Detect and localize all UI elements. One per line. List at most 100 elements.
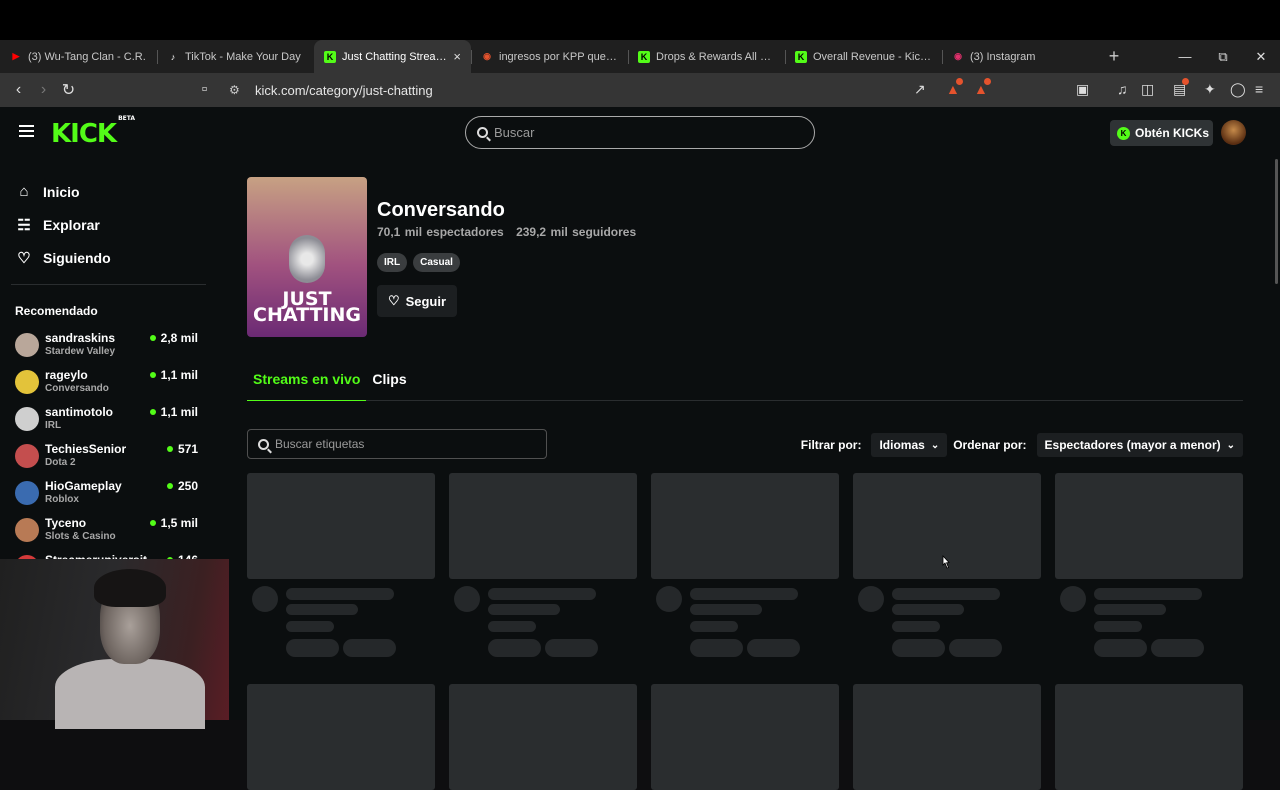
sidebar-toggle-icon[interactable]: ◫ <box>1141 81 1154 98</box>
share-icon[interactable]: ↗ <box>914 81 926 98</box>
avatar-placeholder <box>656 586 682 612</box>
forward-icon[interactable]: › <box>31 81 56 99</box>
bookmark-icon[interactable]: ▫ <box>192 81 217 99</box>
tag-placeholder <box>1094 639 1147 657</box>
brave-shields-icon[interactable]: ▲ <box>946 78 963 97</box>
page-scrollbar[interactable] <box>1275 159 1278 284</box>
recommended-channel[interactable]: HioGameplay Roblox 250 <box>0 477 218 514</box>
channel-category: Roblox <box>45 494 79 505</box>
back-icon[interactable]: ‹ <box>6 81 31 99</box>
site-header: KICKBETA Buscar K Obtén KICKs <box>0 107 1280 159</box>
stream-card-skeleton <box>449 684 637 790</box>
kick-logo[interactable]: KICKBETA <box>51 115 135 149</box>
chevron-down-icon: ⌄ <box>1226 439 1235 451</box>
category-tag[interactable]: Casual <box>413 253 460 272</box>
thumbnail-placeholder <box>1055 473 1243 579</box>
viewer-count: 1,1 mil <box>160 368 198 382</box>
close-tab-icon[interactable]: × <box>453 49 461 64</box>
text-placeholder <box>690 621 738 632</box>
hamburger-menu-icon[interactable] <box>19 125 34 137</box>
get-kicks-button[interactable]: K Obtén KICKs <box>1110 120 1213 146</box>
tag-placeholder <box>747 639 800 657</box>
browser-tab[interactable]: ♪ TikTok - Make Your Day <box>157 40 314 73</box>
thumbnail-placeholder <box>449 684 637 790</box>
viewer-count: 571 <box>177 442 198 456</box>
sidebar-nav-explorar[interactable]: ☵ Explorar <box>0 208 218 241</box>
music-icon[interactable]: ♫ <box>1117 81 1128 97</box>
browser-tab-title: (3) Wu-Tang Clan - C.R. <box>28 50 146 63</box>
viewer-count: 1,1 mil <box>160 405 198 419</box>
browser-tab[interactable]: ▶ (3) Wu-Tang Clan - C.R. <box>0 40 157 73</box>
category-tabs: Streams en vivo Clips <box>247 371 1243 401</box>
close-window-icon[interactable]: ✕ <box>1242 49 1280 65</box>
reload-icon[interactable]: ↻ <box>56 80 81 100</box>
browser-tab[interactable]: K Drops & Rewards All Camp <box>628 40 785 73</box>
vpn-icon[interactable]: ◯ <box>1230 81 1246 98</box>
channel-avatar <box>15 333 39 357</box>
browser-toolbar: ‹ › ↻ ▫ ⚙ kick.com/category/just-chattin… <box>0 73 1280 107</box>
sidebar-nav-siguiendo[interactable]: ♡ Siguiendo <box>0 241 218 274</box>
avatar-placeholder <box>454 586 480 612</box>
browser-tab-title: ingresos por KPP que es k <box>499 50 618 63</box>
site-search-input[interactable]: Buscar <box>465 116 815 149</box>
url-text: kick.com/category/just-chatting <box>255 82 433 98</box>
search-placeholder: Buscar <box>494 125 535 140</box>
recommended-channel[interactable]: santimotolo IRL 1,1 mil <box>0 403 218 440</box>
follow-label: Seguir <box>405 293 447 309</box>
window-controls: — ⧉ ✕ <box>1166 49 1280 65</box>
recommended-channel[interactable]: sandraskins Stardew Valley 2,8 mil <box>0 329 218 366</box>
menu-icon[interactable]: ≡ <box>1255 81 1263 97</box>
browser-tab-title: Drops & Rewards All Camp <box>656 50 775 63</box>
text-placeholder <box>892 621 940 632</box>
text-placeholder <box>286 604 358 615</box>
recommended-channel[interactable]: rageylo Conversando 1,1 mil <box>0 366 218 403</box>
channel-avatar <box>15 518 39 542</box>
tab-live-streams[interactable]: Streams en vivo <box>247 371 367 401</box>
brave-rewards-icon[interactable]: ▲ <box>974 78 991 97</box>
browser-tab-strip: ▶ (3) Wu-Tang Clan - C.R. ♪ TikTok - Make Y… <box>0 40 1280 73</box>
sidebar-nav-inicio[interactable]: ⌂ Inicio <box>0 175 218 208</box>
channel-avatar <box>15 370 39 394</box>
reader-mode-icon[interactable]: ▣ <box>1076 81 1089 98</box>
language-filter-dropdown[interactable]: Idiomas ⌄ <box>871 433 948 457</box>
live-dot-icon <box>149 409 156 415</box>
recommended-channel[interactable]: Tyceno Slots & Casino 1,5 mil <box>0 514 218 551</box>
address-bar[interactable]: ⚙ kick.com/category/just-chatting <box>223 77 993 103</box>
live-dot-icon <box>149 520 156 526</box>
instagram-icon: ◉ <box>954 51 962 61</box>
stream-card-skeleton <box>853 684 1041 790</box>
recommended-channel[interactable]: TechiesSenior Dota 2 571 <box>0 440 218 477</box>
recommended-title: Recomendado <box>15 304 98 318</box>
minimize-icon[interactable]: — <box>1166 49 1204 65</box>
wallet-icon[interactable]: ▤ <box>1173 78 1190 98</box>
tiktok-icon: ♪ <box>170 51 176 62</box>
cover-text: JUST CHATTING <box>253 288 361 326</box>
tab-clips[interactable]: Clips <box>366 371 412 401</box>
microphone-icon <box>289 235 325 283</box>
stream-card-skeleton <box>1055 684 1243 790</box>
viewers-count: 70,1 mil espectadores <box>377 225 504 239</box>
browser-tab[interactable]: K Overall Revenue - Kick Da <box>785 40 942 73</box>
channel-avatar <box>15 407 39 431</box>
browser-tab-title: Overall Revenue - Kick Da <box>813 50 932 63</box>
thumbnail-placeholder <box>247 473 435 579</box>
follow-button[interactable]: ♡ Seguir <box>377 285 457 317</box>
maximize-icon[interactable]: ⧉ <box>1204 49 1242 65</box>
text-placeholder <box>892 604 964 615</box>
category-tag[interactable]: IRL <box>377 253 408 272</box>
thumbnail-placeholder <box>1055 684 1243 790</box>
browser-tab[interactable]: K Just Chatting Streaming × <box>314 40 471 73</box>
leo-ai-icon[interactable]: ✦ <box>1204 81 1216 98</box>
tag-search-input[interactable]: Buscar etiquetas <box>247 429 547 459</box>
sort-dropdown[interactable]: Espectadores (mayor a menor) ⌄ <box>1036 433 1243 457</box>
recommended-list: sandraskins Stardew Valley 2,8 mil rageylo C… <box>0 329 218 588</box>
site-settings-icon[interactable]: ⚙ <box>229 83 240 97</box>
browser-tab[interactable]: ◉ (3) Instagram <box>942 40 1099 73</box>
thumbnail-placeholder <box>651 684 839 790</box>
browser-tab[interactable]: ◉ ingresos por KPP que es k <box>471 40 628 73</box>
tag-placeholder <box>488 639 541 657</box>
user-avatar[interactable] <box>1221 120 1246 145</box>
viewer-count: 1,5 mil <box>160 516 198 530</box>
text-placeholder <box>286 588 394 600</box>
new-tab-icon[interactable]: + <box>1099 46 1129 67</box>
